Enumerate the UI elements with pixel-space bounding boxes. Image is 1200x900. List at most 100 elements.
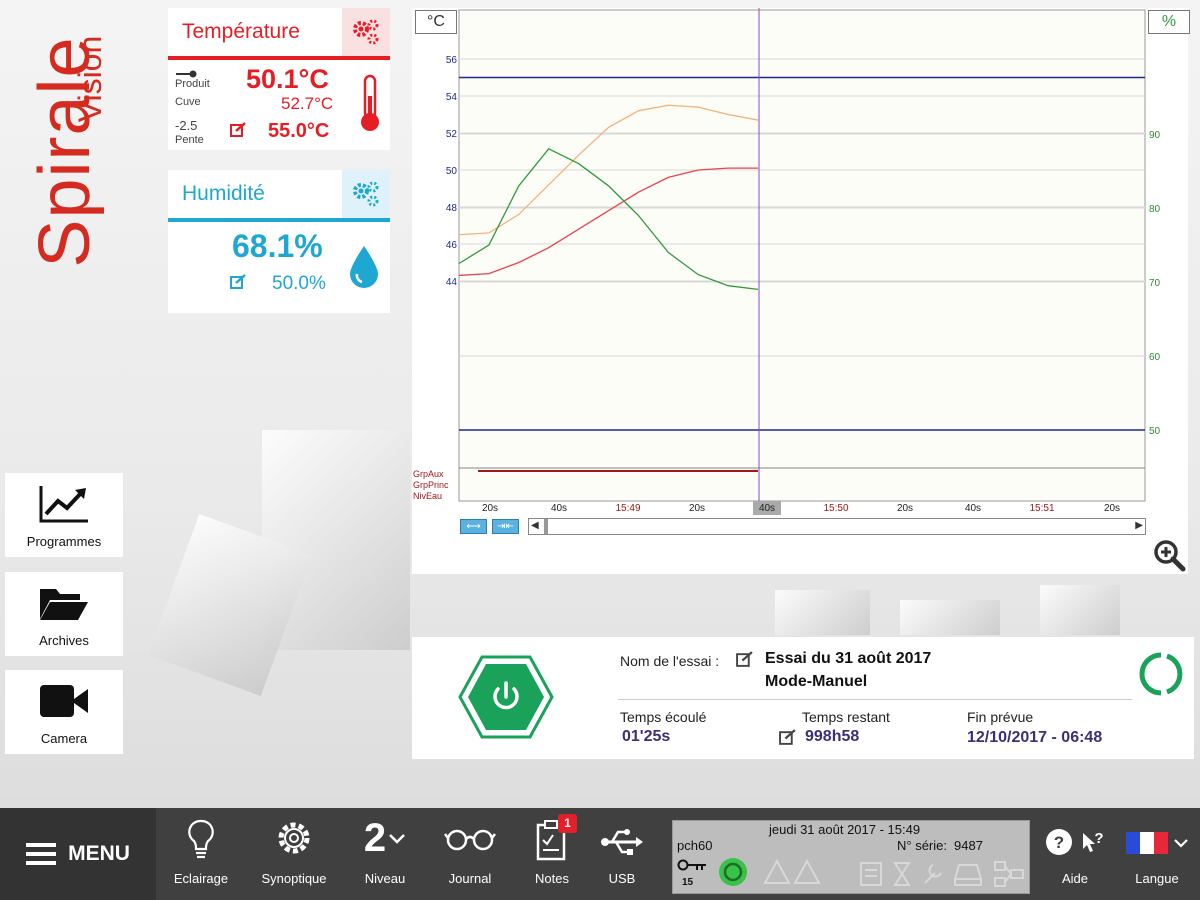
y-tick-left: 44 (446, 277, 458, 288)
language-icons (1126, 832, 1188, 854)
y-tick-left: 48 (446, 203, 458, 214)
archives-label: Archives (39, 633, 89, 648)
lightbulb-icon (188, 819, 214, 859)
notes-label: Notes (535, 871, 569, 886)
slope-label: Pente (175, 134, 204, 146)
temperature-settings-button[interactable] (342, 8, 390, 56)
cuve-label: Cuve (175, 96, 201, 108)
key-count: 15 (682, 877, 694, 888)
scroll-left-arrow[interactable]: ◀ (531, 520, 539, 531)
humidity-settings-button[interactable] (342, 170, 390, 218)
camera-button[interactable]: Camera (5, 670, 123, 754)
temperature-panel: Température Produit 50.1°C Cuve 52.7°C -… (168, 8, 390, 150)
gears-icon (353, 181, 379, 207)
svg-text:?: ? (1054, 833, 1064, 852)
produit-label: Produit (175, 78, 210, 90)
slope-value: -2.5 (175, 118, 198, 133)
taskbar: MENU Eclairage Synoptique 2 Niveau Journ… (0, 808, 1200, 900)
plot-area (458, 9, 1146, 502)
x-tick: 15:51 (1029, 503, 1054, 514)
x-tick: 20s (897, 503, 913, 514)
niveau-button[interactable]: 2 Niveau (352, 808, 418, 900)
y-tick-left: 52 (446, 129, 458, 140)
edit-setpoint-icon[interactable] (230, 122, 246, 138)
collapse-button[interactable]: ⇥⇤ (492, 519, 519, 534)
x-tick: 40s (965, 503, 981, 514)
loading-ring-icon (1139, 652, 1183, 696)
niveau-label: Niveau (364, 871, 406, 886)
menu-button[interactable]: MENU (0, 808, 156, 900)
help-icons: ? ? (1045, 828, 1105, 856)
journal-button[interactable]: Journal (438, 808, 502, 900)
glasses-icon (444, 829, 496, 851)
synoptique-button[interactable]: Synoptique (254, 808, 334, 900)
eclairage-button[interactable]: Eclairage (166, 808, 236, 900)
synoptique-label: Synoptique (261, 871, 327, 886)
help-button[interactable]: ? ? Aide (1038, 808, 1112, 900)
y-tick-left: 50 (446, 166, 458, 177)
programmes-button[interactable]: Programmes (5, 473, 123, 557)
device-status-icons (860, 861, 1024, 887)
hamburger-icon (26, 843, 57, 865)
gears-icon (353, 19, 379, 45)
chart-plot: 44 46 48 50 52 54 56 50 60 70 80 90 20s 40s 15:49 20s 40… (446, 8, 1161, 515)
trial-divider (618, 699, 1132, 700)
x-tick: 40s (759, 503, 775, 514)
power-button[interactable] (458, 655, 554, 739)
end-label: Fin prévue (967, 709, 1034, 725)
notes-button[interactable]: 1 Notes (524, 808, 580, 900)
edit-duration-icon[interactable] (779, 729, 796, 746)
zoom-in-icon[interactable] (1152, 538, 1186, 572)
usb-label: USB (608, 871, 636, 886)
background-cube (1040, 585, 1120, 635)
logo-sub-text: Vision (72, 35, 108, 123)
edit-trial-name-icon[interactable] (736, 651, 753, 668)
camera-label: Camera (40, 731, 88, 746)
x-tick: 40s (551, 503, 567, 514)
temperature-setpoint: 55.0°C (268, 120, 330, 142)
y-tick-left: 56 (446, 55, 458, 66)
remaining-label: Temps restant (802, 709, 890, 725)
x-tick: 15:50 (823, 503, 848, 514)
device-name: pch60 (677, 838, 713, 853)
spirale-logo: Spirale Vision (10, 12, 120, 282)
context-help-icon: ? (1083, 830, 1104, 852)
notes-badge: 1 (558, 814, 577, 833)
scroll-right-arrow[interactable]: ▶ (1135, 520, 1143, 531)
trial-panel: Nom de l'essai : Essai du 31 août 2017 M… (412, 637, 1194, 759)
humidity-value: 68.1% (232, 228, 323, 264)
end-value: 12/10/2017 - 06:48 (967, 729, 1103, 746)
help-icon: ? (1046, 829, 1072, 855)
y-tick-left: 46 (446, 240, 458, 251)
usb-icon (601, 829, 643, 855)
status-panel: jeudi 31 août 2017 - 15:49 pch60 N° séri… (672, 820, 1030, 894)
french-flag-icon (1126, 832, 1168, 854)
trial-name-label: Nom de l'essai : (620, 653, 720, 669)
aux-labels: GrpAux GrpPrinc NivEau (413, 469, 449, 502)
thermometer-icon (361, 74, 379, 131)
x-tick: 15:49 (615, 503, 640, 514)
edit-setpoint-icon[interactable] (230, 274, 246, 290)
temperature-value: 50.1°C (246, 64, 329, 94)
usb-button[interactable]: USB (596, 808, 648, 900)
eclairage-label: Eclairage (173, 871, 229, 886)
chart-scrollbar[interactable]: ◀ ▶ (528, 518, 1146, 535)
remaining-value: 998h58 (805, 728, 860, 745)
language-button[interactable]: Langue (1124, 808, 1190, 900)
language-label: Langue (1135, 871, 1179, 886)
y-tick-left: 54 (446, 92, 458, 103)
svg-text:?: ? (1094, 830, 1103, 847)
archives-button[interactable]: Archives (5, 572, 123, 656)
level-icon: 2 (364, 816, 406, 861)
aux-label: GrpAux (413, 469, 444, 479)
serial-label: N° série: (897, 838, 947, 853)
menu-label: MENU (68, 842, 130, 865)
humidity-panel: Humidité 68.1% 50.0% (168, 170, 390, 313)
warning-icons (763, 859, 821, 884)
status-datetime: jeudi 31 août 2017 - 15:49 (769, 822, 921, 837)
journal-label: Journal (448, 871, 492, 886)
scroll-thumb[interactable] (544, 519, 548, 534)
expand-button[interactable]: ⟷ (460, 519, 487, 534)
elapsed-label: Temps écoulé (620, 709, 707, 725)
aux-label: GrpPrinc (413, 480, 449, 490)
